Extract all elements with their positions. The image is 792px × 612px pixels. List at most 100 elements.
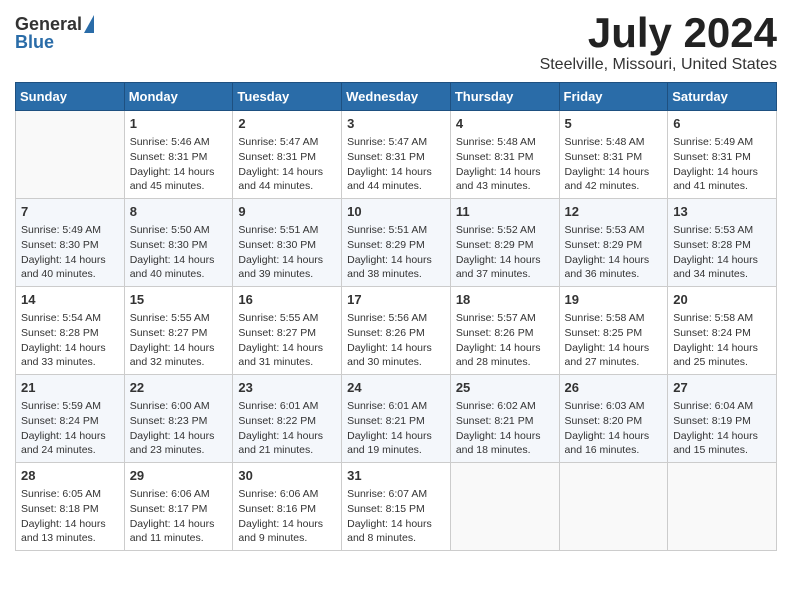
day-info: Sunrise: 5:58 AM Sunset: 8:24 PM Dayligh… [673, 311, 771, 370]
weekday-header: Friday [559, 83, 668, 111]
day-number: 6 [673, 115, 771, 133]
day-info: Sunrise: 5:51 AM Sunset: 8:30 PM Dayligh… [238, 223, 336, 282]
day-number: 10 [347, 203, 445, 221]
day-number: 11 [456, 203, 554, 221]
calendar-day-cell: 28 Sunrise: 6:05 AM Sunset: 8:18 PM Dayli… [16, 462, 125, 550]
calendar-day-cell: 27Sunrise: 6:04 AM Sunset: 8:19 PM Dayli… [668, 375, 777, 463]
logo-blue-text: Blue [15, 33, 54, 51]
day-number: 28 [21, 467, 119, 485]
month-year-title: July 2024 [540, 10, 777, 56]
day-info: Sunrise: 6:03 AM Sunset: 8:20 PM Dayligh… [565, 399, 663, 458]
calendar-day-cell: 18 Sunrise: 5:57 AM Sunset: 8:26 PM Dayli… [450, 287, 559, 375]
day-number: 13 [673, 203, 771, 221]
calendar-day-cell: 11 Sunrise: 5:52 AM Sunset: 8:29 PM Dayli… [450, 199, 559, 287]
calendar-day-cell: 5Sunrise: 5:48 AM Sunset: 8:31 PM Daylig… [559, 111, 668, 199]
logo-general-text: General [15, 15, 82, 33]
day-info: Sunrise: 5:53 AM Sunset: 8:28 PM Dayligh… [673, 223, 771, 282]
calendar-header-row: SundayMondayTuesdayWednesdayThursdayFrid… [16, 83, 777, 111]
day-number: 18 [456, 291, 554, 309]
day-info: Sunrise: 5:50 AM Sunset: 8:30 PM Dayligh… [130, 223, 228, 282]
day-number: 31 [347, 467, 445, 485]
calendar-day-cell: 16 Sunrise: 5:55 AM Sunset: 8:27 PM Dayli… [233, 287, 342, 375]
calendar-day-cell [559, 462, 668, 550]
calendar-week-row: 1Sunrise: 5:46 AM Sunset: 8:31 PM Daylig… [16, 111, 777, 199]
day-info: Sunrise: 6:06 AM Sunset: 8:17 PM Dayligh… [130, 487, 228, 546]
calendar-day-cell: 30Sunrise: 6:06 AM Sunset: 8:16 PM Dayli… [233, 462, 342, 550]
calendar-day-cell: 1Sunrise: 5:46 AM Sunset: 8:31 PM Daylig… [124, 111, 233, 199]
day-number: 27 [673, 379, 771, 397]
day-number: 26 [565, 379, 663, 397]
day-info: Sunrise: 5:49 AM Sunset: 8:31 PM Dayligh… [673, 135, 771, 194]
day-number: 25 [456, 379, 554, 397]
day-info: Sunrise: 5:47 AM Sunset: 8:31 PM Dayligh… [347, 135, 445, 194]
page-header: General Blue July 2024 Steelville, Misso… [15, 10, 777, 74]
day-number: 12 [565, 203, 663, 221]
calendar-day-cell: 23 Sunrise: 6:01 AM Sunset: 8:22 PM Dayli… [233, 375, 342, 463]
calendar-week-row: 14 Sunrise: 5:54 AM Sunset: 8:28 PM Dayli… [16, 287, 777, 375]
calendar-day-cell: 24 Sunrise: 6:01 AM Sunset: 8:21 PM Dayli… [342, 375, 451, 463]
day-number: 19 [565, 291, 663, 309]
calendar-day-cell: 12 Sunrise: 5:53 AM Sunset: 8:29 PM Dayli… [559, 199, 668, 287]
day-number: 7 [21, 203, 119, 221]
title-area: July 2024 Steelville, Missouri, United S… [540, 10, 777, 74]
weekday-header: Sunday [16, 83, 125, 111]
calendar-day-cell: 7 Sunrise: 5:49 AM Sunset: 8:30 PM Daylig… [16, 199, 125, 287]
calendar-day-cell: 25 Sunrise: 6:02 AM Sunset: 8:21 PM Dayli… [450, 375, 559, 463]
calendar-day-cell: 4 Sunrise: 5:48 AM Sunset: 8:31 PM Daylig… [450, 111, 559, 199]
day-number: 24 [347, 379, 445, 397]
day-info: Sunrise: 5:55 AM Sunset: 8:27 PM Dayligh… [130, 311, 228, 370]
day-number: 9 [238, 203, 336, 221]
day-info: Sunrise: 5:58 AM Sunset: 8:25 PM Dayligh… [565, 311, 663, 370]
day-info: Sunrise: 6:02 AM Sunset: 8:21 PM Dayligh… [456, 399, 554, 458]
calendar-week-row: 28 Sunrise: 6:05 AM Sunset: 8:18 PM Dayli… [16, 462, 777, 550]
calendar-day-cell: 29 Sunrise: 6:06 AM Sunset: 8:17 PM Dayli… [124, 462, 233, 550]
weekday-header: Wednesday [342, 83, 451, 111]
day-info: Sunrise: 6:05 AM Sunset: 8:18 PM Dayligh… [21, 487, 119, 546]
day-info: Sunrise: 5:55 AM Sunset: 8:27 PM Dayligh… [238, 311, 336, 370]
calendar-day-cell: 13 Sunrise: 5:53 AM Sunset: 8:28 PM Dayli… [668, 199, 777, 287]
day-number: 3 [347, 115, 445, 133]
day-info: Sunrise: 5:51 AM Sunset: 8:29 PM Dayligh… [347, 223, 445, 282]
day-number: 22 [130, 379, 228, 397]
day-info: Sunrise: 5:54 AM Sunset: 8:28 PM Dayligh… [21, 311, 119, 370]
calendar-day-cell: 31 Sunrise: 6:07 AM Sunset: 8:15 PM Dayli… [342, 462, 451, 550]
day-number: 16 [238, 291, 336, 309]
day-info: Sunrise: 5:59 AM Sunset: 8:24 PM Dayligh… [21, 399, 119, 458]
location-subtitle: Steelville, Missouri, United States [540, 56, 777, 74]
day-info: Sunrise: 6:07 AM Sunset: 8:15 PM Dayligh… [347, 487, 445, 546]
calendar-day-cell [668, 462, 777, 550]
calendar-day-cell: 9 Sunrise: 5:51 AM Sunset: 8:30 PM Daylig… [233, 199, 342, 287]
day-number: 17 [347, 291, 445, 309]
day-info: Sunrise: 6:01 AM Sunset: 8:22 PM Dayligh… [238, 399, 336, 458]
calendar-day-cell: 15Sunrise: 5:55 AM Sunset: 8:27 PM Dayli… [124, 287, 233, 375]
day-number: 4 [456, 115, 554, 133]
logo: General Blue [15, 15, 94, 51]
calendar-day-cell: 20Sunrise: 5:58 AM Sunset: 8:24 PM Dayli… [668, 287, 777, 375]
calendar-week-row: 7 Sunrise: 5:49 AM Sunset: 8:30 PM Daylig… [16, 199, 777, 287]
calendar-day-cell: 21Sunrise: 5:59 AM Sunset: 8:24 PM Dayli… [16, 375, 125, 463]
day-info: Sunrise: 5:57 AM Sunset: 8:26 PM Dayligh… [456, 311, 554, 370]
calendar-day-cell: 6 Sunrise: 5:49 AM Sunset: 8:31 PM Daylig… [668, 111, 777, 199]
day-number: 23 [238, 379, 336, 397]
calendar-week-row: 21Sunrise: 5:59 AM Sunset: 8:24 PM Dayli… [16, 375, 777, 463]
logo-icon [84, 15, 94, 33]
day-info: Sunrise: 5:53 AM Sunset: 8:29 PM Dayligh… [565, 223, 663, 282]
day-info: Sunrise: 5:48 AM Sunset: 8:31 PM Dayligh… [456, 135, 554, 194]
weekday-header: Saturday [668, 83, 777, 111]
weekday-header: Monday [124, 83, 233, 111]
day-number: 29 [130, 467, 228, 485]
day-info: Sunrise: 6:00 AM Sunset: 8:23 PM Dayligh… [130, 399, 228, 458]
weekday-header: Tuesday [233, 83, 342, 111]
day-number: 1 [130, 115, 228, 133]
day-info: Sunrise: 5:49 AM Sunset: 8:30 PM Dayligh… [21, 223, 119, 282]
day-number: 5 [565, 115, 663, 133]
day-number: 14 [21, 291, 119, 309]
calendar-day-cell [450, 462, 559, 550]
day-info: Sunrise: 5:52 AM Sunset: 8:29 PM Dayligh… [456, 223, 554, 282]
calendar-day-cell: 17Sunrise: 5:56 AM Sunset: 8:26 PM Dayli… [342, 287, 451, 375]
calendar-day-cell [16, 111, 125, 199]
calendar-day-cell: 8Sunrise: 5:50 AM Sunset: 8:30 PM Daylig… [124, 199, 233, 287]
calendar-day-cell: 10 Sunrise: 5:51 AM Sunset: 8:29 PM Dayli… [342, 199, 451, 287]
calendar-table: SundayMondayTuesdayWednesdayThursdayFrid… [15, 82, 777, 551]
day-info: Sunrise: 6:01 AM Sunset: 8:21 PM Dayligh… [347, 399, 445, 458]
